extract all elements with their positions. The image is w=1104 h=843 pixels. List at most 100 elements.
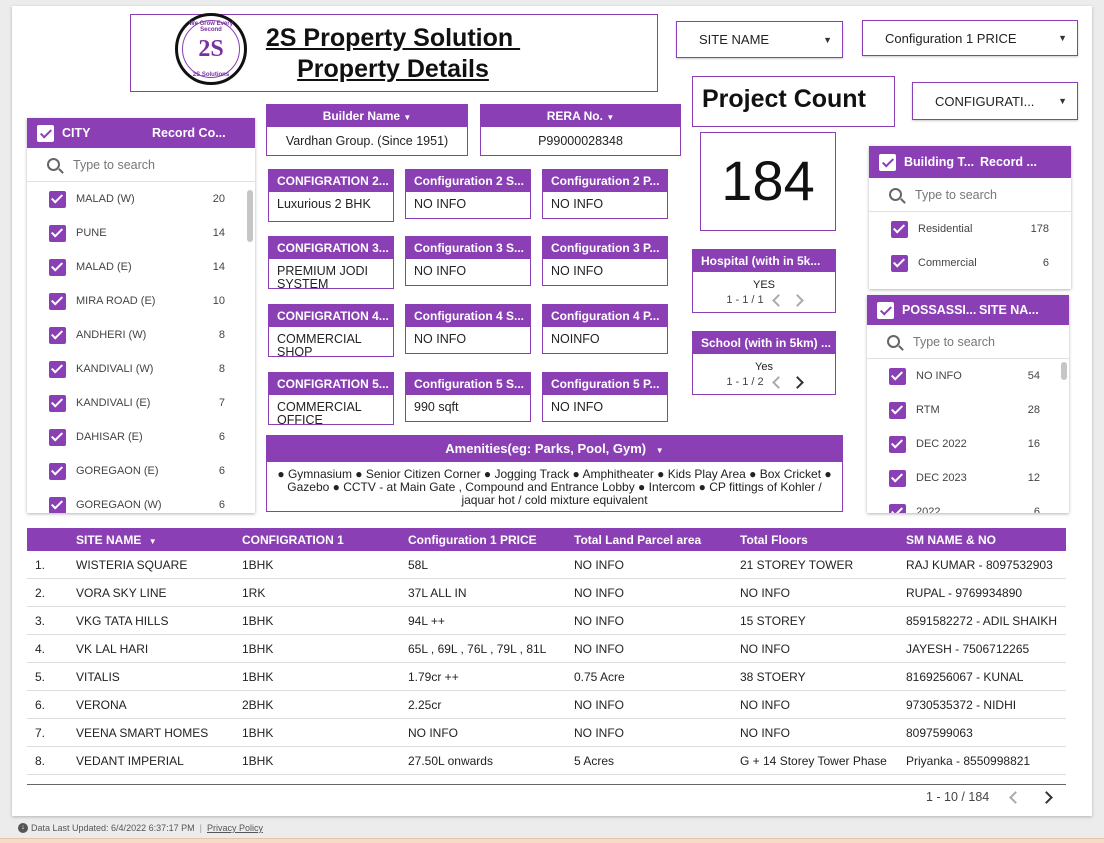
- select-all-checkbox[interactable]: [879, 153, 896, 171]
- next-page-icon[interactable]: [1040, 790, 1054, 804]
- filter-item[interactable]: 2022 6: [867, 495, 1069, 513]
- checkbox[interactable]: [891, 220, 908, 238]
- table-cell: 8.: [35, 753, 46, 768]
- checkbox[interactable]: [49, 258, 66, 276]
- filter-item[interactable]: GOREGAON (E) 6: [27, 454, 255, 488]
- table-cell: VORA SKY LINE: [76, 585, 167, 600]
- table-row[interactable]: 1. WISTERIA SQUARE 1BHK 58L NO INFO 21 STOREY…: [27, 551, 1066, 579]
- checkbox[interactable]: [889, 435, 906, 453]
- prev-page-icon[interactable]: [771, 375, 785, 389]
- select-all-checkbox[interactable]: [877, 301, 894, 319]
- possession-search-input[interactable]: Type to search: [867, 325, 1069, 359]
- filter-item-count: 178: [1030, 223, 1049, 235]
- filter-item-label: MIRA ROAD (E): [76, 295, 156, 307]
- bottom-bar: [0, 838, 1104, 843]
- builder-header[interactable]: Builder Name ▼: [267, 105, 467, 127]
- next-page-icon[interactable]: [790, 375, 804, 389]
- filter-item[interactable]: DAHISAR (E) 6: [27, 420, 255, 454]
- table-body: 1. WISTERIA SQUARE 1BHK 58L NO INFO 21 STOREY…: [27, 551, 1066, 775]
- checkbox[interactable]: [49, 292, 66, 310]
- checkbox[interactable]: [889, 503, 906, 513]
- filter-item-count: 10: [212, 295, 225, 307]
- amenities-header[interactable]: Amenities(eg: Parks, Pool, Gym) ▼: [267, 436, 842, 462]
- filter-item[interactable]: RTM 28: [867, 393, 1069, 427]
- col-config1[interactable]: CONFIGRATION 1: [242, 533, 408, 547]
- config-card-header: CONFIGRATION 4...: [269, 305, 393, 327]
- search-icon: [887, 335, 900, 348]
- filter-item[interactable]: KANDIVALI (W) 8: [27, 352, 255, 386]
- table-row[interactable]: 5. VITALIS 1BHK 1.79cr ++ 0.75 Acre 38 STOERY…: [27, 663, 1066, 691]
- config-card: Configuration 4 P... NOINFO: [542, 304, 668, 354]
- table-row[interactable]: 8. VEDANT IMPERIAL 1BHK 27.50L onwards 5 Acr…: [27, 747, 1066, 775]
- checkbox[interactable]: [889, 401, 906, 419]
- checkbox[interactable]: [889, 469, 906, 487]
- filter-item[interactable]: GOREGAON (W) 6: [27, 488, 255, 513]
- filter-item[interactable]: DEC 2023 12: [867, 461, 1069, 495]
- table-cell: 94L ++: [408, 613, 445, 628]
- table-cell: VEDANT IMPERIAL: [76, 753, 184, 768]
- col-total-floors[interactable]: Total Floors: [740, 533, 906, 547]
- privacy-policy-link[interactable]: Privacy Policy: [207, 823, 263, 833]
- info-icon: ↓: [18, 823, 28, 833]
- table-cell: JAYESH - 7506712265: [906, 641, 1030, 656]
- filter-item[interactable]: NO INFO 54: [867, 359, 1069, 393]
- col-config1-price[interactable]: Configuration 1 PRICE: [408, 533, 574, 547]
- table-cell: NO INFO: [574, 641, 624, 656]
- table-row[interactable]: 4. VK LAL HARI 1BHK 65L , 69L , 76L , 79L ,…: [27, 635, 1066, 663]
- filter-item[interactable]: MALAD (W) 20: [27, 182, 255, 216]
- table-cell: 4.: [35, 641, 46, 656]
- amenities-text: ● Gymnasium ● Senior Citizen Corner ● Jo…: [277, 467, 832, 507]
- table-cell: NO INFO: [740, 585, 790, 600]
- table-cell: 1BHK: [242, 557, 274, 572]
- checkbox[interactable]: [49, 428, 66, 446]
- checkbox[interactable]: [49, 224, 66, 242]
- prev-page-icon[interactable]: [771, 293, 785, 307]
- rera-header[interactable]: RERA No. ▼: [481, 105, 680, 127]
- table-row[interactable]: 6. VERONA 2BHK 2.25cr NO INFO NO INFO 97305353…: [27, 691, 1066, 719]
- filter-item[interactable]: Commercial 6: [869, 246, 1071, 280]
- filter-item[interactable]: MIRA ROAD (E) 10: [27, 284, 255, 318]
- checkbox[interactable]: [889, 367, 906, 385]
- caret-down-icon: ▼: [823, 34, 832, 45]
- filter-item[interactable]: Residential 178: [869, 212, 1071, 246]
- city-list: MALAD (W) 20 PUNE 14 MALAD (E) 14 MIRA ROAD (E…: [27, 182, 255, 513]
- table-row[interactable]: 7. VEENA SMART HOMES 1BHK NO INFO NO INFO NO …: [27, 719, 1066, 747]
- checkbox[interactable]: [49, 360, 66, 378]
- checkbox[interactable]: [49, 496, 66, 513]
- table-cell: 27.50L onwards: [408, 753, 493, 768]
- table-row[interactable]: 2. VORA SKY LINE 1RK 37L ALL IN NO INFO NO IN…: [27, 579, 1066, 607]
- table-cell: VK LAL HARI: [76, 641, 149, 656]
- filter-item[interactable]: ANDHERI (W) 8: [27, 318, 255, 352]
- filter-item[interactable]: MALAD (E) 14: [27, 250, 255, 284]
- config-card-header: CONFIGRATION 2...: [269, 170, 393, 192]
- filter-item-label: KANDIVALI (E): [76, 397, 151, 409]
- city-search-input[interactable]: Type to search: [27, 148, 255, 182]
- table-cell: 9730535372 - NIDHI: [906, 697, 1017, 712]
- filter-item-label: GOREGAON (E): [76, 465, 159, 477]
- table-cell: VEENA SMART HOMES: [76, 725, 209, 740]
- checkbox[interactable]: [49, 190, 66, 208]
- table-row-clipped: [27, 775, 1066, 785]
- scrollbar[interactable]: [247, 190, 253, 242]
- config1-price-dropdown[interactable]: Configuration 1 PRICE ▼: [862, 20, 1078, 56]
- configuration-dropdown[interactable]: CONFIGURATI... ▼: [912, 82, 1078, 120]
- checkbox[interactable]: [49, 394, 66, 412]
- col-land-parcel[interactable]: Total Land Parcel area: [574, 533, 740, 547]
- building-search-input[interactable]: Type to search: [869, 178, 1071, 212]
- scrollbar[interactable]: [1061, 362, 1067, 380]
- next-page-icon[interactable]: [790, 293, 804, 307]
- site-name-dropdown[interactable]: SITE NAME ▼: [676, 21, 843, 58]
- config-card-header: Configuration 5 S...: [406, 373, 530, 395]
- filter-item[interactable]: PUNE 14: [27, 216, 255, 250]
- filter-item[interactable]: DEC 2022 16: [867, 427, 1069, 461]
- checkbox[interactable]: [49, 326, 66, 344]
- checkbox[interactable]: [891, 254, 908, 272]
- checkbox[interactable]: [49, 462, 66, 480]
- prev-page-icon[interactable]: [1009, 790, 1023, 804]
- col-site-name[interactable]: SITE NAME ▼: [76, 533, 242, 547]
- select-all-checkbox[interactable]: [37, 124, 54, 142]
- filter-item[interactable]: KANDIVALI (E) 7: [27, 386, 255, 420]
- table-row[interactable]: 3. VKG TATA HILLS 1BHK 94L ++ NO INFO 15 STOR…: [27, 607, 1066, 635]
- filter-item-count: 14: [212, 227, 225, 239]
- col-sm-name[interactable]: SM NAME & NO: [906, 533, 1066, 547]
